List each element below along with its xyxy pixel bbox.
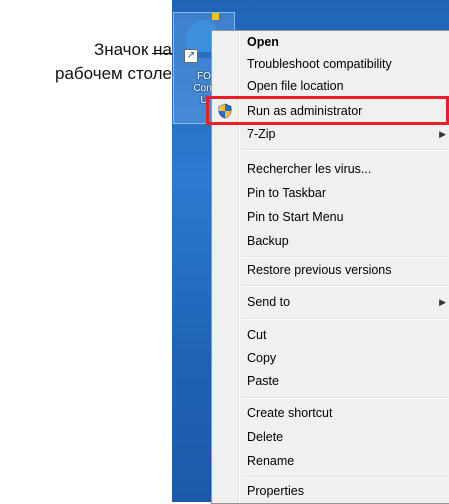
highlight-frame-run-as-administrator [206, 96, 449, 125]
menu-item-label: Open [247, 35, 279, 49]
application-icon-accent [212, 13, 219, 20]
menu-item-paste[interactable]: Paste [212, 370, 449, 392]
menu-item-scan-viruses[interactable]: Rechercher les virus... [212, 158, 449, 180]
menu-item-label: Backup [247, 234, 289, 248]
menu-separator [242, 285, 448, 287]
menu-item-label: Pin to Start Menu [247, 210, 344, 224]
callout-label: Значок на рабочем столе [0, 38, 172, 86]
submenu-arrow-icon: ▶ [439, 129, 446, 139]
menu-item-restore-previous-versions[interactable]: Restore previous versions [212, 259, 449, 281]
menu-item-send-to[interactable]: Send to ▶ [212, 291, 449, 313]
shortcut-arrow-icon: ↗ [184, 49, 198, 63]
menu-separator [242, 397, 448, 399]
menu-item-properties[interactable]: Properties [212, 480, 449, 502]
menu-item-troubleshoot-compatibility[interactable]: Troubleshoot compatibility [212, 53, 449, 75]
menu-item-create-shortcut[interactable]: Create shortcut [212, 402, 449, 424]
menu-item-label: 7-Zip [247, 127, 276, 141]
menu-item-backup[interactable]: Backup [212, 230, 449, 252]
menu-item-delete[interactable]: Delete [212, 426, 449, 448]
menu-item-label: Pin to Taskbar [247, 186, 326, 200]
menu-item-cut[interactable]: Cut [212, 324, 449, 346]
menu-item-label: Troubleshoot compatibility [247, 57, 392, 71]
callout-line-2: рабочем столе [55, 64, 172, 83]
menu-item-label: Send to [247, 295, 291, 309]
menu-item-open[interactable]: Open [212, 31, 449, 53]
menu-item-label: Copy [247, 351, 277, 365]
menu-separator [242, 476, 448, 478]
menu-item-label: Delete [247, 430, 284, 444]
menu-item-pin-to-taskbar[interactable]: Pin to Taskbar [212, 182, 449, 204]
menu-separator [242, 256, 448, 258]
menu-item-label: Rename [247, 454, 295, 468]
callout-line-1: Значок на [93, 40, 172, 59]
menu-separator [242, 149, 448, 151]
menu-item-label: Restore previous versions [247, 263, 392, 277]
menu-item-label: Rechercher les virus... [247, 162, 372, 176]
menu-separator [242, 318, 448, 320]
menu-item-label: Properties [247, 484, 304, 498]
menu-item-label: Cut [247, 328, 267, 342]
menu-item-label: Create shortcut [247, 406, 333, 420]
menu-item-rename[interactable]: Rename [212, 450, 449, 472]
submenu-arrow-icon: ▶ [439, 297, 446, 307]
menu-item-label: Paste [247, 374, 279, 388]
menu-item-7-zip[interactable]: 7-Zip ▶ [212, 123, 449, 145]
menu-item-copy[interactable]: Copy [212, 347, 449, 369]
menu-item-label: Open file location [247, 79, 344, 93]
menu-item-open-file-location[interactable]: Open file location [212, 75, 449, 97]
menu-item-pin-to-start-menu[interactable]: Pin to Start Menu [212, 206, 449, 228]
